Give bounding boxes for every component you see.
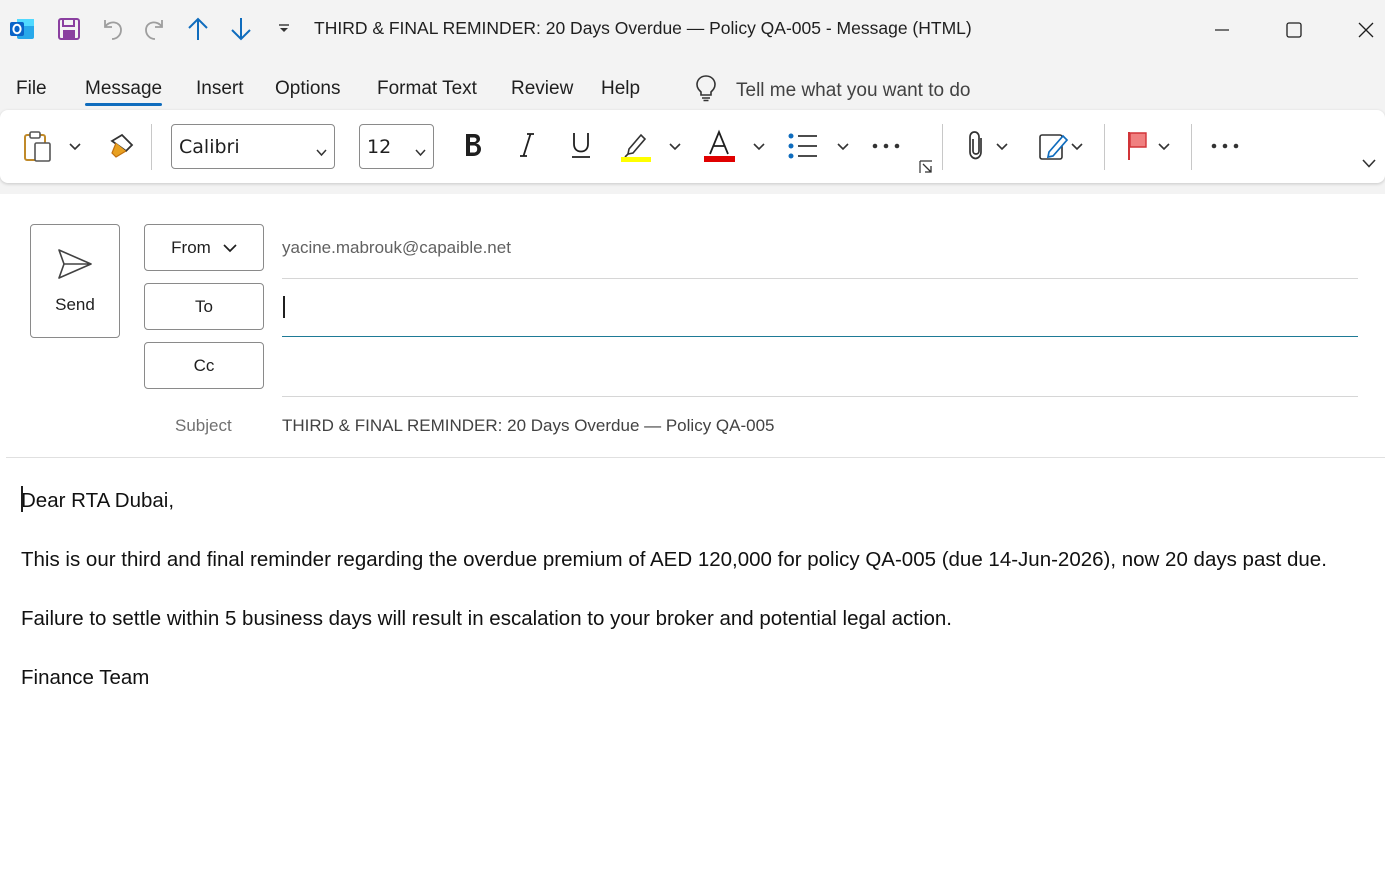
to-label: To	[195, 296, 213, 316]
close-button[interactable]	[1343, 10, 1385, 50]
more-options-icon[interactable]	[1209, 134, 1241, 158]
italic-icon[interactable]	[512, 128, 542, 162]
tab-file[interactable]: File	[16, 78, 47, 100]
ribbon-separator	[942, 124, 943, 170]
ribbon-tabs: File Message Insert Options Format Text …	[0, 60, 1385, 110]
ribbon-expand-chevron-icon[interactable]	[1358, 154, 1380, 172]
text-cursor	[283, 296, 285, 318]
font-color-icon[interactable]	[702, 128, 736, 164]
font-size-dropdown[interactable]: 12	[359, 124, 434, 169]
tab-options[interactable]: Options	[275, 78, 340, 100]
ribbon-separator	[1104, 124, 1105, 170]
tell-me-search[interactable]: Tell me what you want to do	[694, 74, 970, 107]
window-title: THIRD & FINAL REMINDER: 20 Days Overdue …	[314, 18, 972, 38]
to-button[interactable]: To	[144, 283, 264, 330]
send-button[interactable]: Send	[30, 224, 120, 338]
subject-input[interactable]: THIRD & FINAL REMINDER: 20 Days Overdue …	[282, 416, 775, 436]
message-body[interactable]: Dear RTA Dubai, This is our third and fi…	[21, 485, 1351, 721]
arrow-down-icon[interactable]	[226, 14, 256, 44]
bullet-list-dropdown-chevron-icon[interactable]	[834, 138, 852, 156]
send-label: Send	[55, 294, 95, 314]
tab-message[interactable]: Message	[85, 78, 163, 106]
flag-dropdown-chevron-icon[interactable]	[1155, 138, 1173, 156]
chevron-down-icon	[316, 140, 327, 162]
highlight-dropdown-chevron-icon[interactable]	[666, 138, 684, 156]
tab-insert[interactable]: Insert	[196, 78, 244, 100]
from-label: From	[171, 237, 211, 257]
bullet-list-icon[interactable]	[786, 128, 820, 164]
more-formatting-icon[interactable]	[870, 134, 902, 158]
font-color-dropdown-chevron-icon[interactable]	[750, 138, 768, 156]
format-painter-icon[interactable]	[104, 128, 138, 164]
send-icon	[57, 248, 93, 285]
follow-up-flag-icon[interactable]	[1122, 128, 1152, 164]
title-bar: THIRD & FINAL REMINDER: 20 Days Overdue …	[0, 0, 1385, 60]
signature-icon[interactable]	[1036, 128, 1070, 164]
header-divider	[6, 457, 1385, 458]
arrow-up-icon[interactable]	[183, 14, 213, 44]
tell-me-text: Tell me what you want to do	[736, 79, 971, 101]
ribbon-area: Calibri 12	[0, 110, 1385, 194]
body-greeting: Dear RTA Dubai,	[21, 489, 175, 512]
body-paragraph-2: Failure to settle within 5 business days…	[21, 607, 952, 630]
body-signature: Finance Team	[21, 666, 150, 689]
from-button[interactable]: From	[144, 224, 264, 271]
save-icon[interactable]	[54, 14, 84, 44]
outlook-logo-icon	[8, 14, 36, 44]
body-text-cursor	[21, 486, 23, 512]
maximize-button[interactable]	[1271, 10, 1317, 50]
cc-label: Cc	[193, 355, 215, 375]
font-size-value: 12	[367, 135, 392, 158]
subject-label: Subject	[175, 416, 232, 435]
paste-dropdown-chevron-icon[interactable]	[66, 138, 84, 156]
dialog-launcher-icon[interactable]	[917, 158, 935, 176]
bold-icon[interactable]	[458, 128, 488, 162]
paste-icon[interactable]	[20, 128, 56, 166]
chevron-down-icon	[223, 238, 237, 258]
tab-help[interactable]: Help	[601, 78, 640, 100]
tab-review[interactable]: Review	[511, 78, 573, 100]
from-address: yacine.mabrouk@capaible.net	[282, 238, 511, 257]
to-input[interactable]	[282, 283, 1358, 335]
ribbon-separator	[1191, 124, 1192, 170]
underline-icon[interactable]	[566, 128, 596, 162]
undo-icon[interactable]	[97, 14, 127, 44]
from-underline	[282, 278, 1358, 279]
ribbon-separator	[151, 124, 152, 170]
font-name-dropdown[interactable]: Calibri	[171, 124, 335, 169]
body-paragraph-1: This is our third and final reminder reg…	[21, 548, 1327, 571]
cc-input[interactable]	[282, 342, 1358, 394]
customize-quick-access-icon[interactable]	[272, 14, 296, 44]
ribbon-toolbar: Calibri 12	[0, 110, 1385, 183]
to-underline	[282, 336, 1358, 337]
attach-dropdown-chevron-icon[interactable]	[993, 138, 1011, 156]
cc-underline	[282, 396, 1358, 397]
signature-dropdown-chevron-icon[interactable]	[1068, 138, 1086, 156]
font-name-value: Calibri	[179, 135, 240, 158]
redo-icon[interactable]	[140, 14, 170, 44]
chevron-down-icon	[415, 140, 426, 162]
highlight-color-icon[interactable]	[618, 128, 652, 164]
tab-format-text[interactable]: Format Text	[377, 78, 477, 100]
minimize-button[interactable]	[1199, 10, 1245, 50]
cc-button[interactable]: Cc	[144, 342, 264, 389]
lightbulb-icon	[694, 74, 718, 107]
attach-file-icon[interactable]	[962, 128, 992, 164]
